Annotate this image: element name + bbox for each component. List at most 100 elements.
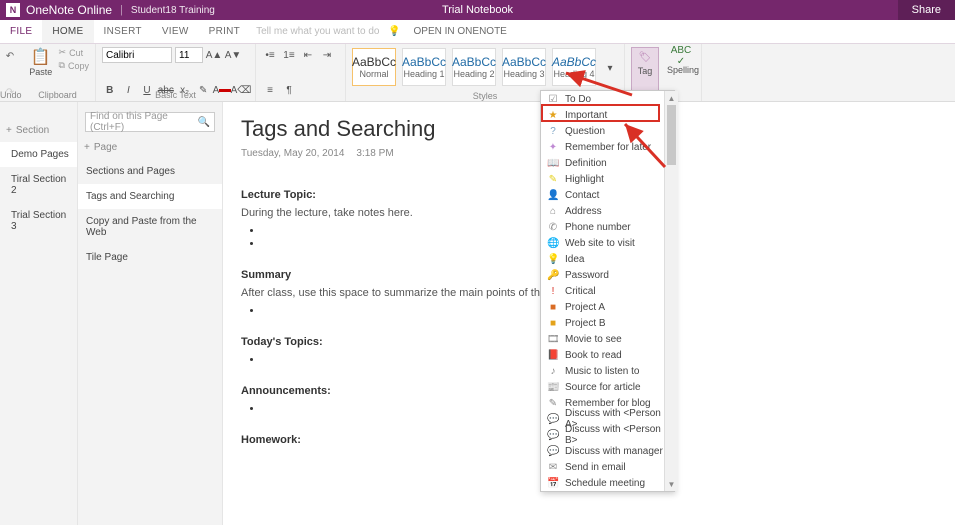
scroll-down-button[interactable]: ▼: [665, 477, 678, 491]
tag-option-label: Project A: [565, 302, 605, 313]
tag-option[interactable]: ✆Phone number: [541, 219, 674, 235]
section-demo-pages[interactable]: Demo Pages: [0, 142, 77, 167]
tag-option-icon: 🔑: [547, 270, 559, 281]
outdent-button[interactable]: ⇤: [300, 47, 316, 63]
scrollbar[interactable]: ▲ ▼: [664, 91, 678, 491]
open-in-onenote-button[interactable]: OPEN IN ONENOTE: [414, 20, 507, 43]
tag-option[interactable]: ⌂Address: [541, 203, 674, 219]
tag-option-label: Schedule meeting: [565, 478, 645, 489]
undo-button[interactable]: ↶: [2, 47, 18, 65]
tag-option[interactable]: 💬Discuss with manager: [541, 443, 674, 459]
find-on-page-input[interactable]: Find on this Page (Ctrl+F) 🔍: [85, 112, 215, 132]
tag-option[interactable]: ✉Send in email: [541, 459, 674, 475]
tag-dropdown-menu[interactable]: ▲ ▼ ☑To Do★Important?Question✦Remember f…: [540, 90, 675, 492]
tag-option[interactable]: 🔑 Password: [541, 267, 674, 283]
tag-option-icon: 🌐: [547, 238, 559, 249]
app-name: OneNote Online: [26, 3, 112, 17]
tag-option[interactable]: ✦Remember for later: [541, 139, 674, 155]
font-size-select[interactable]: [175, 47, 203, 63]
scroll-up-button[interactable]: ▲: [665, 91, 678, 105]
page-copy-paste-web[interactable]: Copy and Paste from the Web: [78, 209, 222, 245]
grow-font-button[interactable]: A▲: [206, 47, 222, 63]
tag-option[interactable]: 🎞 Movie to see: [541, 331, 674, 347]
tag-option-label: Source for article: [565, 382, 641, 393]
style-heading-1[interactable]: AaBbCcHeading 1: [402, 48, 446, 86]
tag-option-label: Movie to see: [565, 334, 622, 345]
tag-option-icon: ■: [547, 302, 559, 313]
style-normal[interactable]: AaBbCcNormal: [352, 48, 396, 86]
align-button[interactable]: ≡: [262, 82, 278, 98]
numbering-button[interactable]: 1≡: [281, 47, 297, 63]
tag-option[interactable]: ■ Project A: [541, 299, 674, 315]
tag-option-icon: 💬: [547, 414, 559, 425]
tag-option[interactable]: 👤Contact: [541, 187, 674, 203]
tag-option[interactable]: !Critical: [541, 283, 674, 299]
scroll-thumb[interactable]: [667, 105, 676, 165]
tag-option-label: Highlight: [565, 174, 604, 185]
tag-option-label: Book to read: [565, 350, 622, 361]
styles-more-button[interactable]: ▾: [602, 61, 618, 77]
tab-print[interactable]: PRINT: [199, 20, 251, 43]
tag-option-label: Address: [565, 206, 602, 217]
tag-option-label: Contact: [565, 190, 599, 201]
tag-option[interactable]: 📕 Book to read: [541, 347, 674, 363]
tag-option[interactable]: 📅Schedule meeting: [541, 475, 674, 491]
style-heading-4[interactable]: AaBbCcHeading 4: [552, 48, 596, 86]
tag-option[interactable]: 🌐Web site to visit: [541, 235, 674, 251]
share-button[interactable]: Share: [898, 0, 955, 20]
tag-option[interactable]: 💡Idea: [541, 251, 674, 267]
tag-option[interactable]: 📰Source for article: [541, 379, 674, 395]
style-heading-2[interactable]: AaBbCcHeading 2: [452, 48, 496, 86]
tag-option-icon: 📕: [547, 350, 559, 361]
tag-option[interactable]: ☑To Do: [541, 91, 674, 107]
tag-option[interactable]: ★Important: [541, 107, 674, 123]
clipboard-group-label: Clipboard: [20, 90, 95, 101]
tab-file[interactable]: FILE: [0, 20, 42, 43]
tag-option[interactable]: 📖Definition: [541, 155, 674, 171]
tag-option-label: Phone number: [565, 222, 631, 233]
pages-pane: Find on this Page (Ctrl+F) 🔍 + Page Sect…: [78, 102, 223, 525]
tag-option-label: Discuss with <Person B>: [565, 424, 668, 446]
plus-icon: +: [6, 125, 12, 136]
lightbulb-icon: 💡: [386, 23, 404, 41]
ribbon: ↶ ↷ Undo 📋 Paste ✂Cut ⧉Copy Clipboard A▲…: [0, 44, 955, 102]
shrink-font-button[interactable]: A▼: [225, 47, 241, 63]
tag-option-label: Critical: [565, 286, 596, 297]
tag-option[interactable]: ✎Highlight: [541, 171, 674, 187]
bullets-button[interactable]: •≡: [262, 47, 278, 63]
notebook-title: Trial Notebook: [442, 4, 513, 16]
tell-me-input[interactable]: Tell me what you want to do 💡: [256, 20, 403, 43]
page-sections-and-pages[interactable]: Sections and Pages: [78, 159, 222, 184]
page-tile-page[interactable]: Tile Page: [78, 245, 222, 270]
tag-option-label: Question: [565, 126, 605, 137]
tag-option[interactable]: ♪Music to listen to: [541, 363, 674, 379]
plus-icon: +: [84, 142, 90, 153]
tab-insert[interactable]: INSERT: [94, 20, 152, 43]
style-heading-3[interactable]: AaBbCcHeading 3: [502, 48, 546, 86]
page-tags-and-searching[interactable]: Tags and Searching: [78, 184, 222, 209]
tag-option-label: Password: [565, 270, 609, 281]
scissors-icon: ✂: [59, 47, 67, 58]
paste-button[interactable]: 📋 Paste: [26, 47, 56, 77]
clipboard-icon: 📋: [26, 47, 56, 67]
indent-button[interactable]: ⇥: [319, 47, 335, 63]
section-trial-2[interactable]: Tiral Section 2: [0, 167, 77, 203]
add-page-button[interactable]: + Page: [78, 142, 222, 159]
copy-button[interactable]: ⧉Copy: [59, 60, 89, 71]
tag-option-label: Project B: [565, 318, 606, 329]
tab-view[interactable]: VIEW: [152, 20, 199, 43]
tag-option-icon: ✉: [547, 462, 559, 473]
paragraph-button[interactable]: ¶: [281, 82, 297, 98]
add-section-button[interactable]: + Section: [0, 102, 77, 142]
tab-home[interactable]: HOME: [42, 20, 93, 43]
tag-option-icon: 🎞: [547, 334, 559, 345]
tag-option-label: Definition: [565, 158, 607, 169]
font-name-select[interactable]: [102, 47, 172, 63]
section-trial-3[interactable]: Trial Section 3: [0, 203, 77, 239]
cut-button[interactable]: ✂Cut: [59, 47, 89, 58]
tag-option[interactable]: ?Question: [541, 123, 674, 139]
tag-option[interactable]: 💬Discuss with <Person B>: [541, 427, 674, 443]
undo-group-label: Undo: [0, 90, 20, 101]
tag-option-label: Idea: [565, 254, 584, 265]
tag-option[interactable]: ■Project B: [541, 315, 674, 331]
